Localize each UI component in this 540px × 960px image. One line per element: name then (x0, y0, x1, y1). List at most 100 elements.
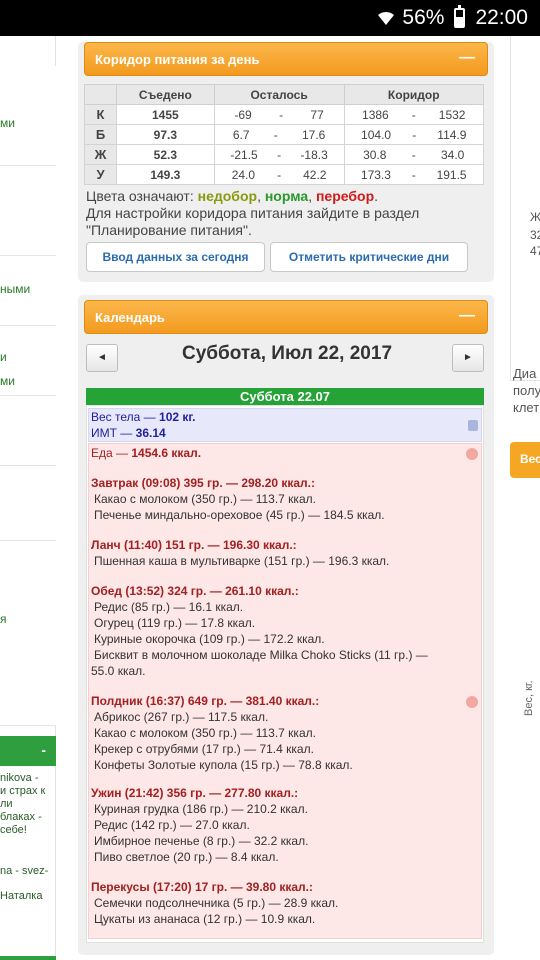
left-fragment[interactable]: ными (0, 282, 30, 296)
apple-icon[interactable] (466, 448, 478, 460)
eaten-value: 97.3 (116, 124, 215, 145)
bmi-line: ИМТ — 36.14 (91, 426, 166, 440)
left-note[interactable]: nikova - (0, 772, 39, 785)
left-fragment[interactable]: ми (0, 116, 15, 130)
left-fragment[interactable]: и (0, 350, 7, 364)
weight-value: 102 кг. (159, 410, 196, 424)
corridor-range: 30.8 - 34.0 (343, 144, 484, 165)
left-bar-label: - (41, 742, 46, 758)
color-legend: Цвета означают: недобор, норма, перебор. (86, 188, 379, 204)
battery-percent: 56% (402, 6, 445, 29)
meal-item: Пиво светлое (20 гр.) — 8.4 ккал. (94, 850, 279, 864)
left-fragment[interactable]: я (0, 612, 7, 626)
meal-item: Редис (85 гр.) — 16.1 ккал. (94, 600, 244, 614)
left-green-bar[interactable]: - (0, 736, 56, 766)
meal-item: 55.0 ккал. (91, 664, 146, 678)
wifi-icon (378, 11, 395, 25)
range-to: 42.2 (303, 167, 327, 182)
meal-item: Огурец (119 гр.) — 17.8 ккал. (94, 616, 256, 630)
table-header: Коридор (343, 84, 484, 105)
left-note[interactable]: na - svez- (0, 865, 48, 878)
range-from: -69 (234, 107, 252, 122)
right-fragment: клет (513, 400, 540, 415)
table-row: Ж 52.3 -21.5 - -18.3 30.8 - 34.0 (84, 144, 484, 165)
left-note[interactable]: блаках - (0, 811, 42, 824)
range-from: 30.8 (363, 147, 387, 162)
nutrient-letter: К (84, 104, 117, 125)
eaten-value: 1455 (116, 104, 215, 125)
left-note[interactable]: и страх к (0, 785, 45, 798)
minimize-icon[interactable]: — (459, 307, 475, 325)
table-row: Б 97.3 6.7 - 17.6 104.0 - 114.9 (84, 124, 484, 145)
meal-item: Конфеты Золотые купола (15 гр.) — 78.8 к… (94, 758, 353, 772)
left-menu-block (0, 166, 56, 256)
prev-day-button[interactable]: ◄ (86, 344, 118, 372)
meal-header[interactable]: Полдник (16:37) 649 гр. — 381.40 ккал.: (91, 694, 319, 708)
range-to: 114.9 (437, 127, 467, 142)
range-dash: - (411, 167, 416, 182)
weight-label: Вес тела — (91, 410, 156, 424)
body-weight-line: Вес тела — 102 кг. (91, 410, 196, 424)
clock: 22:00 (475, 6, 528, 29)
nutrient-letter: Б (84, 124, 117, 145)
next-day-button[interactable]: ► (452, 344, 484, 372)
meal-item: Какао с молоком (350 гр.) — 113.7 ккал. (94, 492, 316, 506)
scale-icon[interactable] (468, 420, 478, 431)
enter-today-data-button[interactable]: Ввод данных за сегодня (86, 242, 265, 272)
legend-under: недобор (197, 188, 258, 204)
table-row: К 1455 -69 - 77 1386 - 1532 (84, 104, 484, 125)
day-header[interactable]: Суббота 22.07 (86, 388, 484, 405)
range-to: 34.0 (440, 147, 465, 162)
corridor-panel-title: Коридор питания за день (95, 52, 260, 67)
left-menu-block (0, 541, 56, 726)
range-to: 1532 (438, 107, 466, 122)
food-label: Еда — (91, 446, 129, 460)
minimize-icon[interactable]: — (459, 49, 475, 67)
weight-axis-label: Вес, кг. (523, 680, 535, 716)
remaining-range: -21.5 - -18.3 (213, 144, 345, 165)
meal-header[interactable]: Обед (13:52) 324 гр. — 261.10 ккал.: (91, 584, 299, 598)
meal-item: Крекер с отрубями (17 гр.) — 71.4 ккал. (94, 742, 314, 756)
meal-item: Редис (142 гр.) — 27.0 ккал. (94, 818, 250, 832)
corridor-range: 104.0 - 114.9 (343, 124, 484, 145)
food-total-line: Еда — 1454.6 ккал. (91, 446, 201, 460)
meal-item: Куриные окорочка (109 гр.) — 172.2 ккал. (94, 632, 325, 646)
eaten-value: 149.3 (116, 164, 215, 185)
meal-header[interactable]: Завтрак (09:08) 395 гр. — 298.20 ккал.: (91, 476, 315, 490)
range-to: 191.5 (436, 167, 467, 182)
meal-item: Абрикос (267 гр.) — 117.5 ккал. (94, 710, 269, 724)
range-from: 104.0 (361, 127, 392, 142)
meal-item: Цукаты из ананаса (12 гр.) — 10.9 ккал. (94, 912, 316, 926)
meal-header[interactable]: Перекусы (17:20) 17 гр. — 39.80 ккал.: (91, 880, 313, 894)
meal-header[interactable]: Ланч (11:40) 151 гр. — 196.30 ккал.: (91, 538, 297, 552)
arrow-right-icon: ► (463, 352, 473, 363)
left-note[interactable]: Наталка (0, 890, 42, 903)
range-to: 77 (310, 107, 324, 122)
range-to: -18.3 (300, 147, 328, 162)
bmi-label: ИМТ — (91, 426, 133, 440)
left-fragment[interactable]: ми (0, 374, 15, 388)
remaining-range: 24.0 - 42.2 (213, 164, 345, 185)
table-row: У 149.3 24.0 - 42.2 173.3 - 191.5 (84, 164, 484, 185)
corridor-panel-header[interactable]: Коридор питания за день — (84, 42, 488, 76)
weight-panel-header[interactable]: Вес (510, 442, 540, 478)
mark-critical-days-button[interactable]: Отметить критические дни (270, 242, 468, 272)
range-dash: - (277, 147, 282, 162)
remaining-range: -69 - 77 (213, 104, 345, 125)
range-from: 6.7 (232, 127, 250, 142)
meal-header[interactable]: Ужин (21:42) 356 гр. — 277.80 ккал.: (91, 786, 298, 800)
left-note[interactable]: ли (0, 798, 13, 811)
battery-icon (454, 5, 466, 28)
config-hint-link[interactable]: "Планирование питания". (86, 222, 252, 238)
left-note[interactable]: себе! (0, 824, 27, 837)
range-dash: - (411, 107, 416, 122)
weight-panel-title: Вес (520, 452, 540, 466)
apple-icon[interactable] (466, 696, 478, 708)
corridor-table: Съедено Осталось Коридор К 1455 -69 - 77 1… (84, 84, 484, 185)
right-fragment: 47 (530, 244, 540, 258)
range-from: -21.5 (230, 147, 258, 162)
meal-item: Пшенная каша в мультиварке (151 гр.) — 1… (94, 554, 390, 568)
meal-item: Бисквит в молочном шоколаде Milka Choko … (94, 648, 428, 662)
bmi-value: 36.14 (135, 426, 166, 440)
calendar-panel-header[interactable]: Календарь — (84, 300, 488, 334)
